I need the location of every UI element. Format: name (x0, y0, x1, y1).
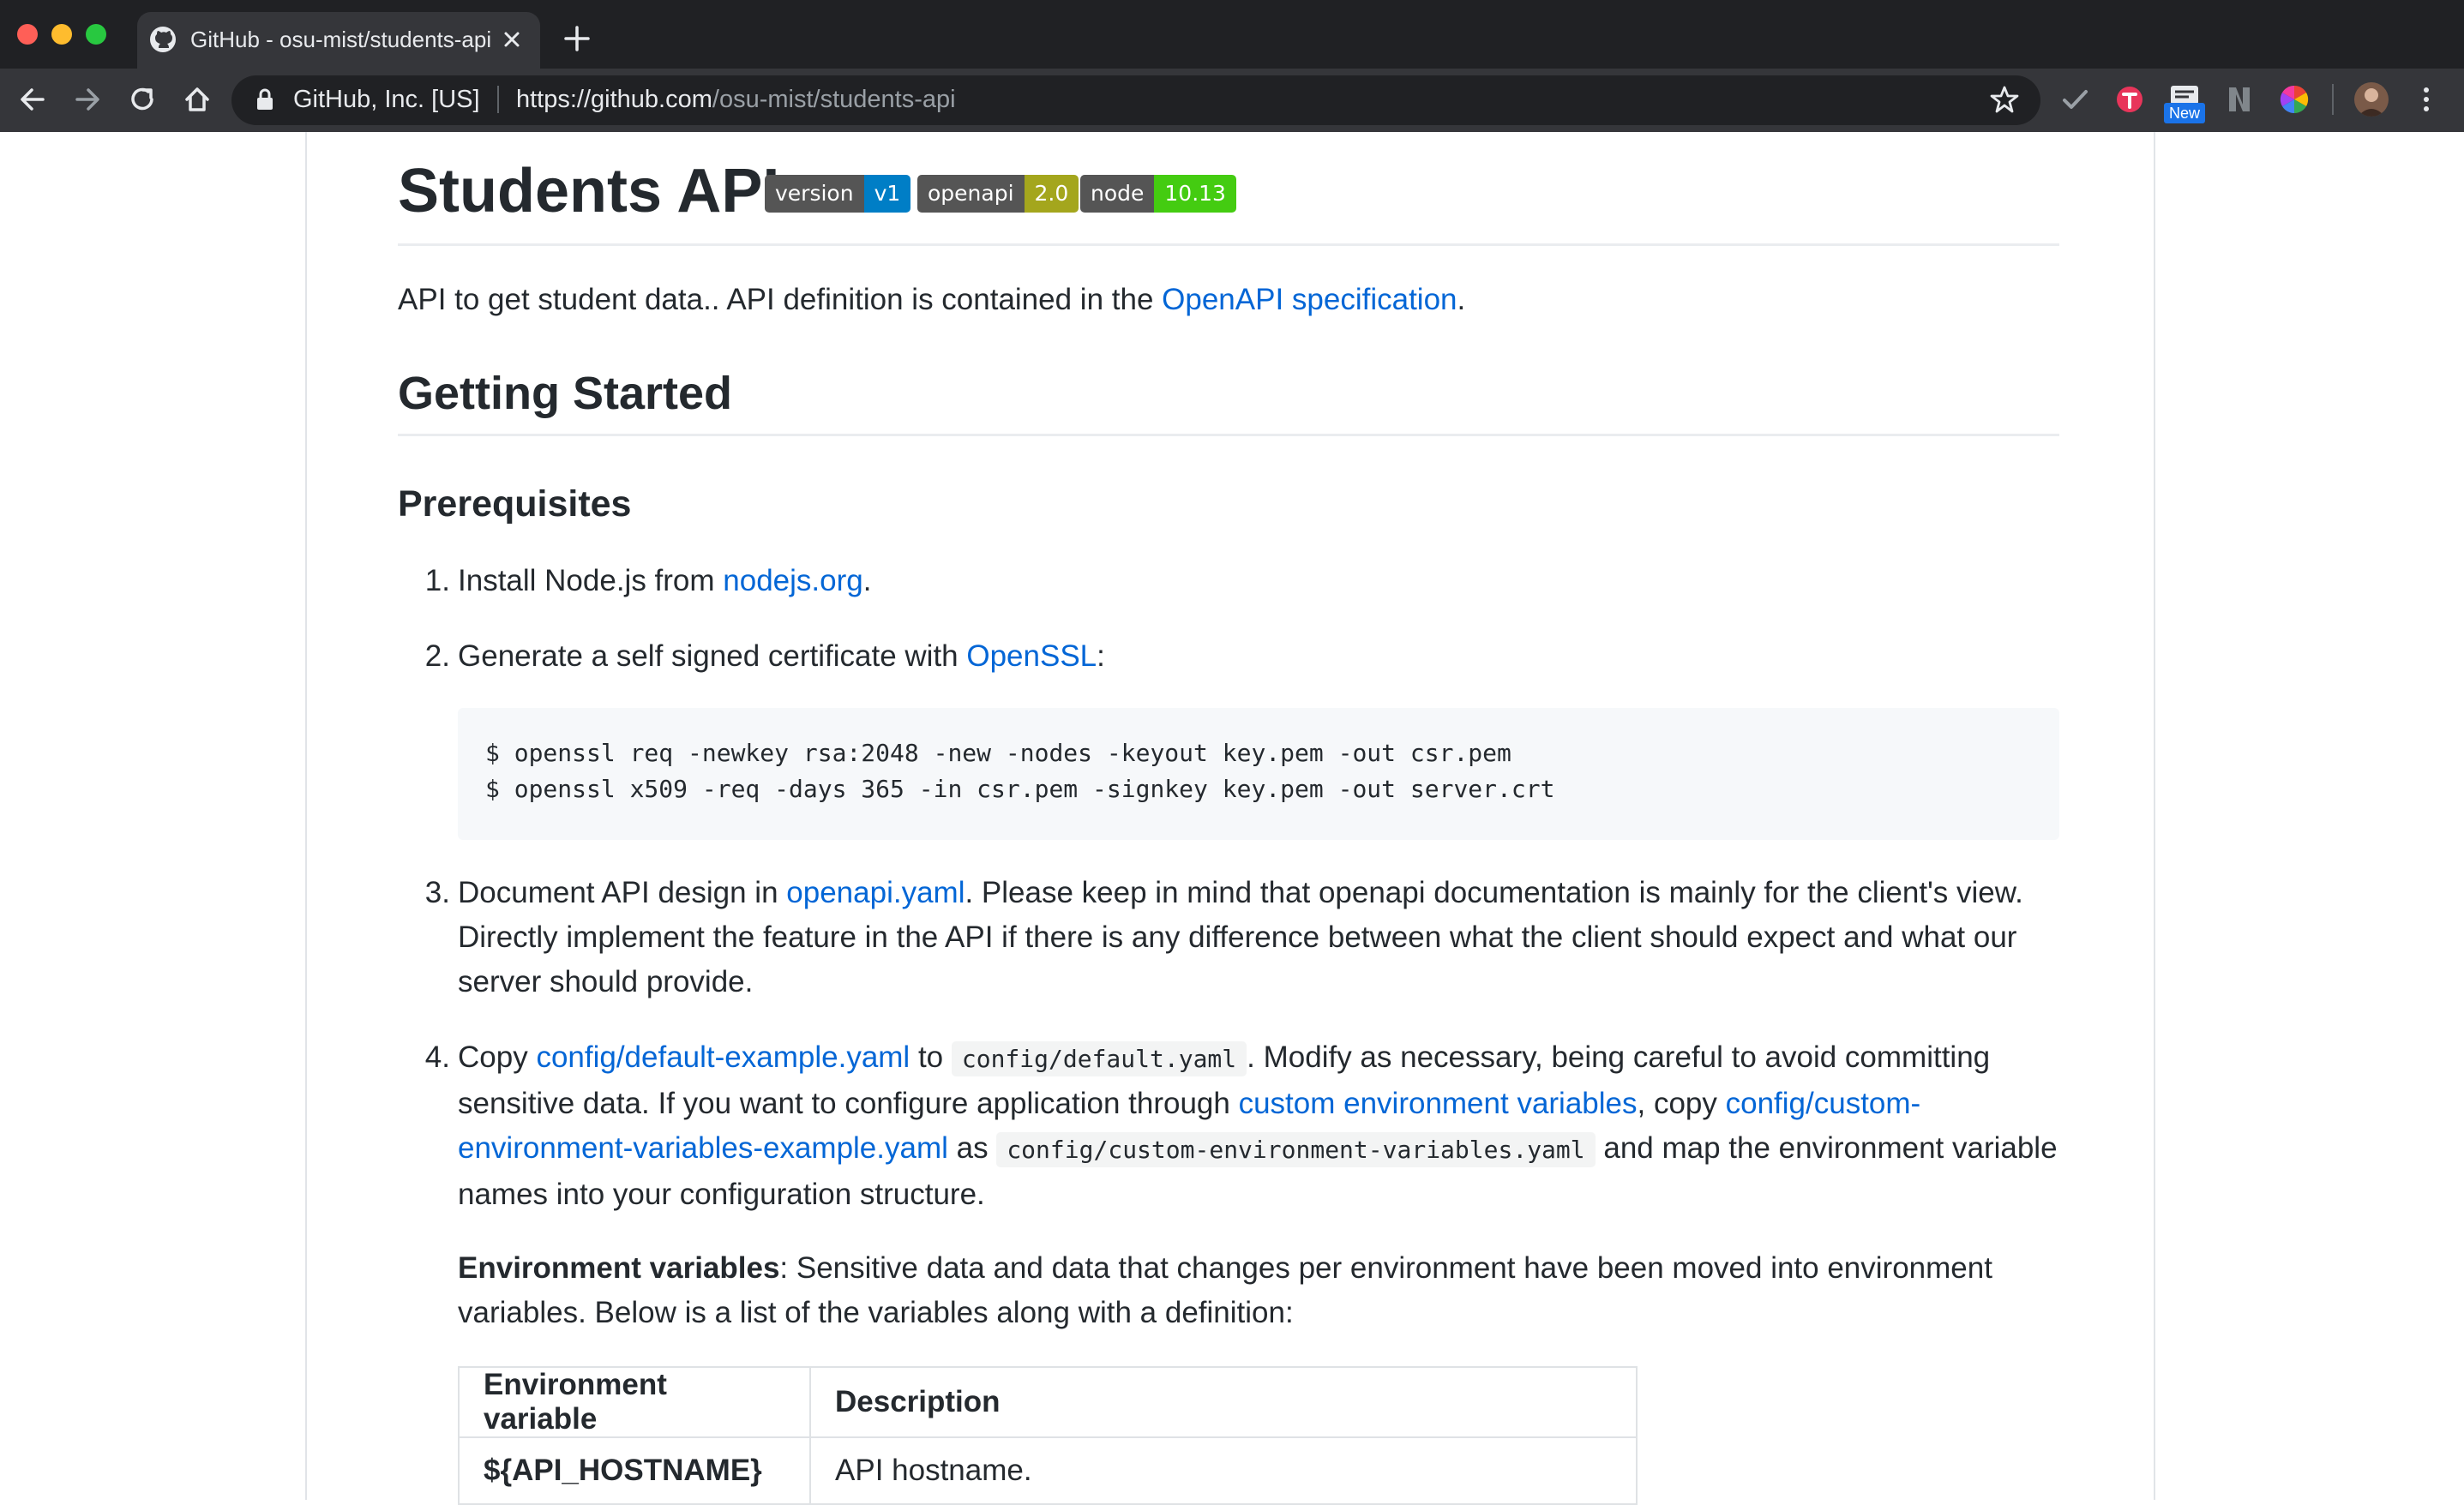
badge-value: 2.0 (1024, 175, 1079, 213)
new-tab-icon[interactable] (562, 24, 592, 53)
env-vars-table: Environment variable Description ${API_H… (458, 1366, 1638, 1505)
node-badge[interactable]: node 10.13 (1080, 175, 1236, 213)
openapi-spec-link[interactable]: OpenAPI specification (1162, 283, 1457, 316)
readme-title: Students API (398, 157, 780, 225)
badge-label: openapi (917, 175, 1025, 213)
home-icon[interactable] (180, 82, 214, 117)
url-host: https://github.com (516, 86, 712, 113)
step-text: Install Node.js from (458, 564, 724, 597)
step-3-line-1: Document API design in openapi.yaml. Ple… (458, 871, 2023, 915)
step-number: 1. (424, 564, 450, 597)
check-extension-icon[interactable] (2058, 82, 2092, 117)
openssl-link[interactable]: OpenSSL (966, 639, 1097, 673)
tab-close-icon[interactable] (499, 27, 525, 52)
step-text: and map the environment variable (1595, 1131, 2058, 1165)
table-header-row: Environment variable Description (458, 1366, 1638, 1438)
custom-env-example-link-cont[interactable]: environment-variables-example.yaml (458, 1131, 948, 1165)
profile-avatar[interactable] (2354, 82, 2389, 117)
intro-text: API to get student data.. API definition… (398, 283, 1163, 316)
reload-icon[interactable] (125, 82, 159, 117)
step-4-line-2: sensitive data. If you want to configure… (458, 1082, 1920, 1126)
step-text: as (947, 1131, 997, 1165)
table-row: ${API_HOSTNAME} API hostname. (458, 1436, 1638, 1505)
bookmark-star-icon[interactable] (1989, 84, 2020, 115)
section-divider (398, 434, 2059, 436)
inline-code: config/custom-environment-variables.yaml (996, 1132, 1596, 1167)
step-text: , copy (1637, 1087, 1726, 1120)
back-arrow-icon[interactable] (15, 82, 50, 117)
default-example-link[interactable]: config/default-example.yaml (536, 1040, 910, 1074)
table-header: Description (809, 1366, 1638, 1438)
window-maximize-button[interactable] (86, 24, 106, 45)
env-vars-paragraph-line-2: variables. Below is a list of the variab… (458, 1296, 1294, 1329)
github-favicon-icon (150, 27, 176, 52)
inline-code: config/default.yaml (951, 1041, 1247, 1076)
code-line: $ openssl x509 -req -days 365 -in csr.pe… (485, 775, 1555, 803)
env-text: : Sensitive data and data that changes p… (779, 1251, 1992, 1285)
step-3-line-3: server should provide. (458, 965, 754, 998)
step-text: . Please keep in mind that openapi docum… (965, 876, 2023, 909)
custom-env-vars-link[interactable]: custom environment variables (1239, 1087, 1638, 1120)
nodejs-link[interactable]: nodejs.org (723, 564, 862, 597)
custom-env-example-link[interactable]: config/custom- (1726, 1087, 1921, 1120)
site-identity[interactable]: GitHub, Inc. [US] (293, 84, 480, 115)
step-3-line-2: Directly implement the feature in the AP… (458, 920, 2017, 954)
step-text: . Modify as necessary, being careful to … (1247, 1040, 1991, 1074)
profile-avatar-icon (2358, 88, 2385, 117)
intro-paragraph: API to get student data.. API definition… (398, 278, 1465, 322)
tab-title: GitHub - osu-mist/students-api (190, 27, 490, 52)
step-4-line-3: environment-variables-example.yaml as co… (458, 1126, 2058, 1172)
title-divider (398, 243, 2059, 246)
extension-new-badge: New (2164, 103, 2206, 123)
forward-arrow-icon[interactable] (70, 82, 105, 117)
table-cell: API hostname. (809, 1436, 1638, 1505)
version-badge[interactable]: version v1 (765, 175, 911, 213)
window-minimize-button[interactable] (51, 24, 72, 45)
step-number: 2. (424, 639, 450, 673)
step-text: . (862, 564, 872, 597)
step-text: Generate a self signed certificate with (458, 639, 967, 673)
step-number: 3. (424, 876, 450, 909)
step-4-line-4: names into your configuration structure. (458, 1178, 985, 1211)
n-extension-icon[interactable] (2222, 82, 2257, 117)
toolbar-separator (2332, 84, 2334, 115)
address-separator (497, 86, 499, 113)
step-text: Document API design in (458, 876, 787, 909)
url-path: /osu-mist/students-api (712, 86, 956, 113)
badge-label: node (1080, 175, 1155, 213)
badge-label: version (765, 175, 864, 213)
url-text[interactable]: https://github.com/osu-mist/students-api (516, 84, 956, 115)
step-text: sensitive data. If you want to configure… (458, 1087, 1239, 1120)
window-close-button[interactable] (17, 24, 38, 45)
table-header: Environment variable (458, 1366, 811, 1438)
lock-icon[interactable] (255, 87, 274, 111)
color-wheel-extension-icon[interactable] (2277, 82, 2311, 117)
env-vars-paragraph-line-1: Environment variables: Sensitive data an… (458, 1246, 1992, 1291)
step-number: 4. (424, 1040, 450, 1074)
code-line: $ openssl req -newkey rsa:2048 -new -nod… (485, 739, 1511, 767)
step-text: to (910, 1040, 952, 1074)
more-menu-icon[interactable] (2416, 82, 2437, 117)
step-4-line-1: Copy config/default-example.yaml to conf… (458, 1035, 1990, 1082)
step-text: Copy (458, 1040, 537, 1074)
getting-started-heading: Getting Started (398, 368, 733, 419)
step-2: Generate a self signed certificate with … (458, 634, 1105, 679)
address-bar[interactable] (231, 75, 2040, 125)
env-vars-label: Environment variables (458, 1251, 780, 1285)
badge-value: 10.13 (1154, 175, 1236, 213)
table-cell: ${API_HOSTNAME} (458, 1436, 811, 1505)
step-1: Install Node.js from nodejs.org. (458, 559, 871, 603)
badge-value: v1 (863, 175, 911, 213)
step-text: : (1097, 639, 1105, 673)
prerequisites-heading: Prerequisites (398, 483, 632, 525)
openapi-badge[interactable]: openapi 2.0 (917, 175, 1079, 213)
red-circle-extension-icon[interactable] (2112, 82, 2147, 117)
intro-period: . (1457, 283, 1466, 316)
openapi-yaml-link[interactable]: openapi.yaml (786, 876, 965, 909)
